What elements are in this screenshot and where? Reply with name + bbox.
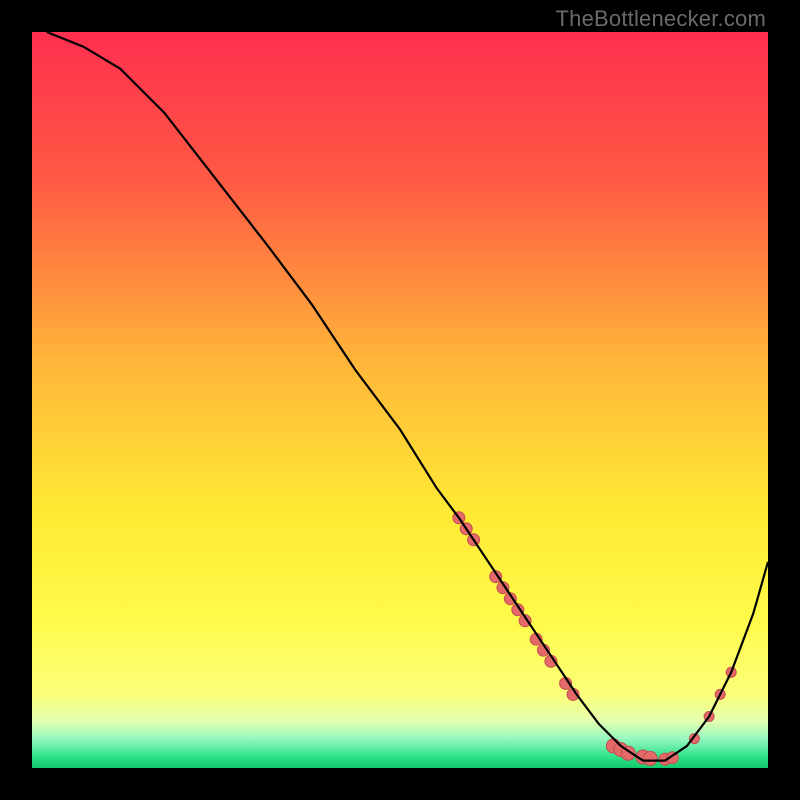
chart-frame [32,32,768,768]
watermark-text: TheBottlenecker.com [556,6,766,32]
chart-background [32,32,768,768]
marker-point [643,751,657,765]
chart-svg [32,32,768,768]
